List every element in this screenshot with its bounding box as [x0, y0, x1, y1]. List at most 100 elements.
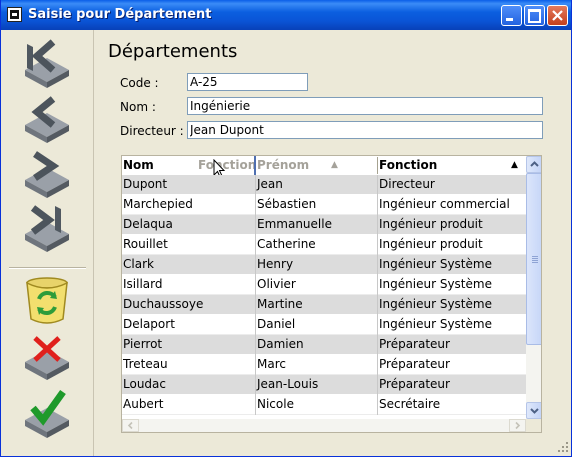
directeur-field[interactable] [187, 121, 543, 139]
cell-fonction[interactable]: Préparateur [378, 355, 526, 374]
column-drop-marker [254, 156, 256, 175]
resize-grip-icon[interactable] [557, 441, 569, 453]
page-title: Départements [108, 41, 238, 62]
cell-nom[interactable]: Duchaussoye [122, 295, 255, 314]
table-row[interactable]: Dupont Jean Directeur [122, 175, 526, 195]
scroll-grip [532, 258, 538, 259]
app-icon[interactable] [7, 7, 22, 22]
close-button[interactable] [547, 5, 568, 26]
previous-record-button[interactable] [19, 91, 75, 147]
cell-fonction[interactable]: Ingénieur produit [378, 235, 526, 254]
cell-nom[interactable]: Isillard [122, 275, 255, 294]
cell-prenom[interactable]: Olivier [256, 275, 377, 294]
cell-divider [255, 275, 256, 295]
column-header-prenom[interactable]: Prénom [256, 156, 378, 175]
cell-divider [255, 375, 256, 395]
cell-divider [377, 235, 378, 255]
table-row[interactable]: Delaport Daniel Ingénieur Système [122, 315, 526, 335]
scroll-right-button[interactable] [509, 419, 526, 432]
previous-record-icon [25, 96, 69, 143]
cell-divider [377, 255, 378, 275]
next-record-button[interactable] [19, 146, 75, 202]
recycle-button[interactable] [19, 273, 75, 329]
scroll-grip [532, 262, 538, 263]
cell-divider [377, 275, 378, 295]
scroll-left-button[interactable] [122, 419, 139, 432]
minimize-button[interactable] [501, 5, 522, 26]
cell-fonction[interactable]: Ingénieur Système [378, 315, 526, 334]
first-record-button[interactable] [19, 36, 75, 92]
cell-nom[interactable]: Marchepied [122, 195, 255, 214]
vertical-scrollbar[interactable] [526, 156, 541, 419]
cell-nom[interactable]: Aubert [122, 395, 255, 414]
cell-prenom[interactable]: Jean-Louis [256, 375, 377, 394]
cell-fonction[interactable]: Secrétaire [378, 395, 526, 414]
employees-table: Nom Prénom ▲ Fonction ▲ Fonction Dupont J… [121, 155, 542, 433]
vertical-scroll-thumb[interactable] [526, 173, 541, 345]
cell-prenom[interactable]: Martine [256, 295, 377, 314]
cell-nom[interactable]: Clark [122, 255, 255, 274]
cell-divider [255, 315, 256, 335]
cell-nom[interactable]: Dupont [122, 175, 255, 194]
table-row[interactable]: Pierrot Damien Préparateur [122, 335, 526, 355]
cell-prenom[interactable]: Henry [256, 255, 377, 274]
table-row[interactable]: Rouillet Catherine Ingénieur produit [122, 235, 526, 255]
cell-divider [255, 235, 256, 255]
cell-divider [377, 335, 378, 355]
navigation-toolbar [1, 30, 94, 456]
cell-fonction[interactable]: Préparateur [378, 335, 526, 354]
cell-divider [377, 175, 378, 195]
cell-prenom[interactable]: Sébastien [256, 195, 377, 214]
cell-nom[interactable]: Loudac [122, 375, 255, 394]
cell-fonction[interactable]: Ingénieur produit [378, 215, 526, 234]
cell-prenom[interactable]: Daniel [256, 315, 377, 334]
cell-divider [255, 335, 256, 355]
table-row[interactable]: Isillard Olivier Ingénieur Système [122, 275, 526, 295]
table-header: Nom Prénom ▲ Fonction ▲ Fonction [122, 156, 526, 179]
cell-prenom[interactable]: Emmanuelle [256, 215, 377, 234]
cell-nom[interactable]: Pierrot [122, 335, 255, 354]
title-bar[interactable]: Saisie pour Département [1, 0, 571, 30]
cell-divider [377, 195, 378, 215]
scroll-up-button[interactable] [526, 156, 541, 173]
cancel-icon [25, 336, 69, 380]
cell-prenom[interactable]: Damien [256, 335, 377, 354]
last-record-icon [25, 205, 69, 252]
main-window: Saisie pour Département Départements Cod… [0, 0, 572, 457]
table-row[interactable]: Aubert Nicole Secrétaire [122, 395, 526, 415]
table-row[interactable]: Duchaussoye Martine Ingénieur Système [122, 295, 526, 315]
cell-fonction[interactable]: Directeur [378, 175, 526, 194]
cell-prenom[interactable]: Jean [256, 175, 377, 194]
cell-nom[interactable]: Delaqua [122, 215, 255, 234]
scroll-down-button[interactable] [526, 402, 541, 419]
cell-fonction[interactable]: Préparateur [378, 375, 526, 394]
close-icon [552, 10, 563, 21]
cell-divider [377, 395, 378, 415]
cell-prenom[interactable]: Nicole [256, 395, 377, 414]
cell-prenom[interactable]: Catherine [256, 235, 377, 254]
code-field[interactable] [187, 73, 308, 91]
cell-nom[interactable]: Delaport [122, 315, 255, 334]
cancel-button[interactable] [19, 330, 75, 386]
cell-fonction[interactable]: Ingénieur Système [378, 275, 526, 294]
cell-fonction[interactable]: Ingénieur commercial [378, 195, 526, 214]
directeur-label: Directeur : [120, 124, 184, 138]
cell-fonction[interactable]: Ingénieur Système [378, 295, 526, 314]
cell-nom[interactable]: Rouillet [122, 235, 255, 254]
cell-fonction[interactable]: Ingénieur Système [378, 255, 526, 274]
sort-arrow-icon: ▲ [331, 160, 338, 170]
table-row[interactable]: Treteau Marc Préparateur [122, 355, 526, 375]
nom-field[interactable] [187, 97, 543, 115]
cell-nom[interactable]: Treteau [122, 355, 255, 374]
maximize-button[interactable] [524, 5, 545, 26]
last-record-button[interactable] [19, 200, 75, 256]
validate-button[interactable] [19, 386, 75, 442]
horizontal-scrollbar[interactable] [122, 419, 526, 432]
table-row[interactable]: Marchepied Sébastien Ingénieur commercial [122, 195, 526, 215]
table-row[interactable]: Loudac Jean-Louis Préparateur [122, 375, 526, 395]
cell-prenom[interactable]: Marc [256, 355, 377, 374]
cell-divider [377, 295, 378, 315]
table-row[interactable]: Delaqua Emmanuelle Ingénieur produit [122, 215, 526, 235]
table-row[interactable]: Clark Henry Ingénieur Système [122, 255, 526, 275]
column-header-fonction[interactable]: Fonction [378, 156, 526, 175]
